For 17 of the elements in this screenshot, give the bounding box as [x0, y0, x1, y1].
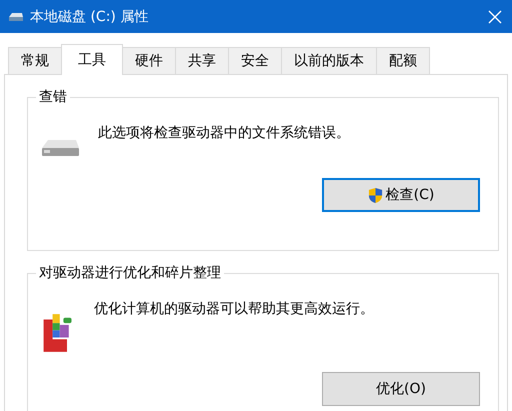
- window-title: 本地磁盘 (C:) 属性: [30, 8, 150, 26]
- tab[interactable]: 配额: [376, 47, 430, 74]
- description-text: 此选项将检查驱动器中的文件系统错误。: [98, 124, 350, 142]
- tab[interactable]: 安全: [228, 47, 282, 74]
- description-text: 优化计算机的驱动器可以帮助其更高效运行。: [94, 300, 374, 318]
- action-button[interactable]: 检查(C): [322, 178, 480, 212]
- group-title: 查错: [36, 88, 70, 106]
- tab[interactable]: 以前的版本: [281, 47, 377, 74]
- tab[interactable]: 常规: [8, 47, 62, 74]
- tab[interactable]: 工具: [61, 44, 123, 75]
- close-icon[interactable]: [488, 10, 502, 24]
- drive-icon: [8, 10, 24, 22]
- group-title: 对驱动器进行优化和碎片整理: [36, 264, 224, 282]
- tab[interactable]: 共享: [175, 47, 229, 74]
- tab[interactable]: 硬件: [122, 47, 176, 74]
- action-button[interactable]: 优化(O): [322, 372, 480, 406]
- shield-icon: [368, 186, 383, 204]
